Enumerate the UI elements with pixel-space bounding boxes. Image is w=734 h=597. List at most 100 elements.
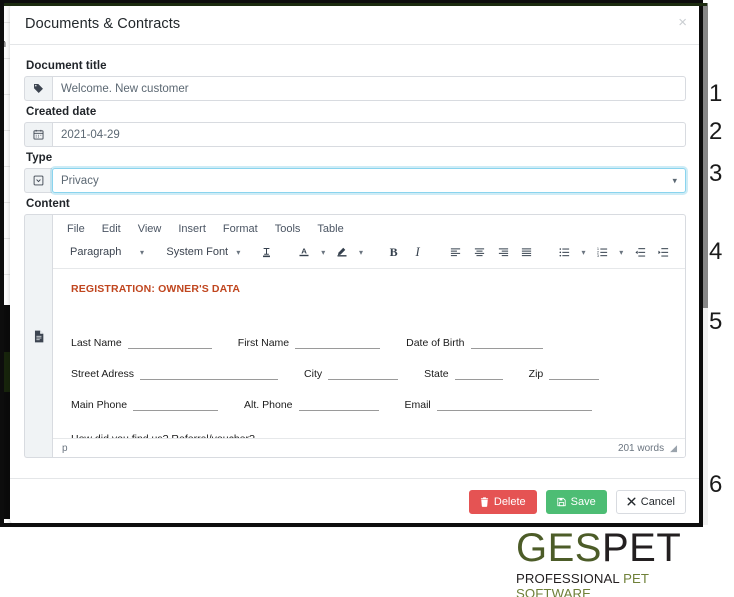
annotation-2: 2	[709, 118, 723, 145]
app-scrollbar[interactable]	[700, 3, 708, 525]
calendar-icon	[24, 122, 52, 147]
last-name-label: Last Name	[71, 337, 122, 349]
trash-icon	[480, 496, 489, 507]
menu-table[interactable]: Table	[315, 221, 345, 237]
delete-button[interactable]: Delete	[468, 489, 537, 514]
screenshot-root: n Documents & Contracts × Document title	[0, 0, 734, 597]
annotation-4: 4	[709, 238, 723, 265]
save-button-label: Save	[570, 495, 596, 508]
cancel-button[interactable]: Cancel	[615, 489, 686, 514]
chevron-down-icon: ▾	[139, 247, 144, 257]
svg-text:A: A	[302, 247, 308, 256]
numbered-list-icon[interactable]: 1 2 3	[591, 241, 613, 263]
zip-label: Zip	[528, 368, 544, 380]
first-name-label: First Name	[237, 337, 290, 349]
bullet-list-chevron-down-icon[interactable]: ▾	[578, 241, 590, 263]
menu-edit[interactable]: Edit	[100, 221, 123, 237]
logo-professional: PROFESSIONAL	[516, 571, 620, 586]
logo-pet: PET	[601, 526, 682, 570]
created-date-group	[24, 122, 686, 147]
close-icon[interactable]: ×	[678, 15, 687, 30]
editor-status-bar: p 201 words ◢	[53, 438, 685, 457]
select-box-icon	[24, 168, 52, 193]
document-heading: REGISTRATION: OWNER'S DATA	[71, 283, 241, 295]
main-phone-label: Main Phone	[71, 399, 128, 411]
modal-header: Documents & Contracts ×	[10, 3, 700, 45]
documents-contracts-modal: Documents & Contracts × Document title C…	[10, 3, 700, 524]
svg-text:3: 3	[597, 252, 599, 257]
word-count: 201 words	[617, 442, 665, 454]
text-color-chevron-down-icon[interactable]: ▾	[317, 241, 329, 263]
save-icon	[557, 497, 566, 507]
bold-button[interactable]: B	[383, 241, 405, 263]
content-label: Content	[26, 198, 70, 210]
logo-wordmark: GESPET	[516, 528, 726, 568]
doc-row-names: Last Name First Name Date of Birth	[71, 337, 667, 349]
background-color-icon[interactable]	[331, 241, 353, 263]
close-x-icon	[627, 497, 636, 506]
annotation-1: 1	[709, 80, 723, 107]
document-title-input[interactable]	[52, 76, 686, 101]
cancel-button-label: Cancel	[640, 495, 675, 508]
align-justify-icon[interactable]	[516, 241, 538, 263]
editor-menubar: File Edit View Insert Format Tools Table	[53, 215, 685, 239]
gespet-logo: GESPET PROFESSIONAL PET SOFTWARE	[516, 528, 726, 597]
content-group: File Edit View Insert Format Tools Table…	[24, 214, 686, 458]
menu-insert[interactable]: Insert	[176, 221, 208, 237]
annotation-3: 3	[709, 160, 723, 187]
align-center-icon[interactable]	[468, 241, 490, 263]
increase-indent-icon[interactable]	[653, 241, 675, 263]
logo-ges: GES	[516, 526, 602, 570]
italic-button[interactable]: I	[407, 241, 429, 263]
text-color-icon[interactable]: A	[293, 241, 315, 263]
page-title: Documents & Contracts	[25, 15, 181, 32]
document-title-group	[24, 76, 686, 101]
tag-icon	[24, 76, 52, 101]
annotation-6: 6	[709, 471, 723, 498]
block-format-value: Paragraph	[70, 246, 122, 258]
menu-tools[interactable]: Tools	[273, 221, 303, 237]
tinymce-editor: File Edit View Insert Format Tools Table…	[52, 214, 686, 458]
app-scrollbar-thumb[interactable]	[700, 3, 708, 308]
created-date-input[interactable]	[52, 122, 686, 147]
background-color-chevron-down-icon[interactable]: ▾	[355, 241, 367, 263]
date-of-birth-label: Date of Birth	[406, 337, 465, 349]
numbered-list-chevron-down-icon[interactable]: ▾	[615, 241, 627, 263]
email-label: Email	[404, 399, 431, 411]
type-group: Privacy ▾	[24, 168, 686, 193]
chevron-down-icon: ▾	[236, 247, 241, 257]
logo-tagline: PROFESSIONAL PET SOFTWARE	[516, 571, 726, 597]
clear-formatting-icon[interactable]	[256, 241, 278, 263]
align-right-icon[interactable]	[492, 241, 514, 263]
modal-footer: Delete Save Cancel	[10, 478, 700, 524]
menu-view[interactable]: View	[136, 221, 164, 237]
city-label: City	[304, 368, 323, 380]
modal-body: Document title Created date	[10, 45, 700, 458]
menu-file[interactable]: File	[65, 221, 87, 237]
state-label: State	[424, 368, 449, 380]
created-date-label: Created date	[26, 106, 97, 118]
editor-toolbar: Paragraph ▾ System Font ▾ A ▾ ▾ B I ▾ 1 …	[53, 239, 685, 269]
doc-row-address: Street Adress City State Zip	[71, 368, 667, 380]
decrease-indent-icon[interactable]	[629, 241, 651, 263]
font-family-value: System Font	[166, 246, 229, 258]
background-text: n	[0, 38, 7, 50]
resize-handle-icon[interactable]: ◢	[670, 443, 677, 454]
doc-row-clipped: How did you find us? Referral/voucher?	[71, 433, 255, 438]
bullet-list-icon[interactable]	[554, 241, 576, 263]
element-path[interactable]: p	[62, 443, 68, 454]
align-left-icon[interactable]	[444, 241, 466, 263]
street-address-label: Street Adress	[71, 368, 135, 380]
font-family-select[interactable]: System Font ▾	[159, 242, 245, 263]
save-button[interactable]: Save	[545, 489, 607, 514]
chevron-down-icon: ▾	[672, 175, 677, 185]
alt-phone-label: Alt. Phone	[244, 399, 293, 411]
type-select[interactable]: Privacy ▾	[52, 168, 686, 193]
type-label: Type	[26, 152, 53, 164]
editor-content-area[interactable]: REGISTRATION: OWNER'S DATA Last Name Fir…	[53, 269, 685, 438]
menu-format[interactable]: Format	[221, 221, 260, 237]
block-format-select[interactable]: Paragraph ▾	[63, 242, 149, 263]
document-icon	[24, 214, 52, 458]
document-title-label: Document title	[26, 60, 107, 72]
delete-button-label: Delete	[493, 495, 526, 508]
